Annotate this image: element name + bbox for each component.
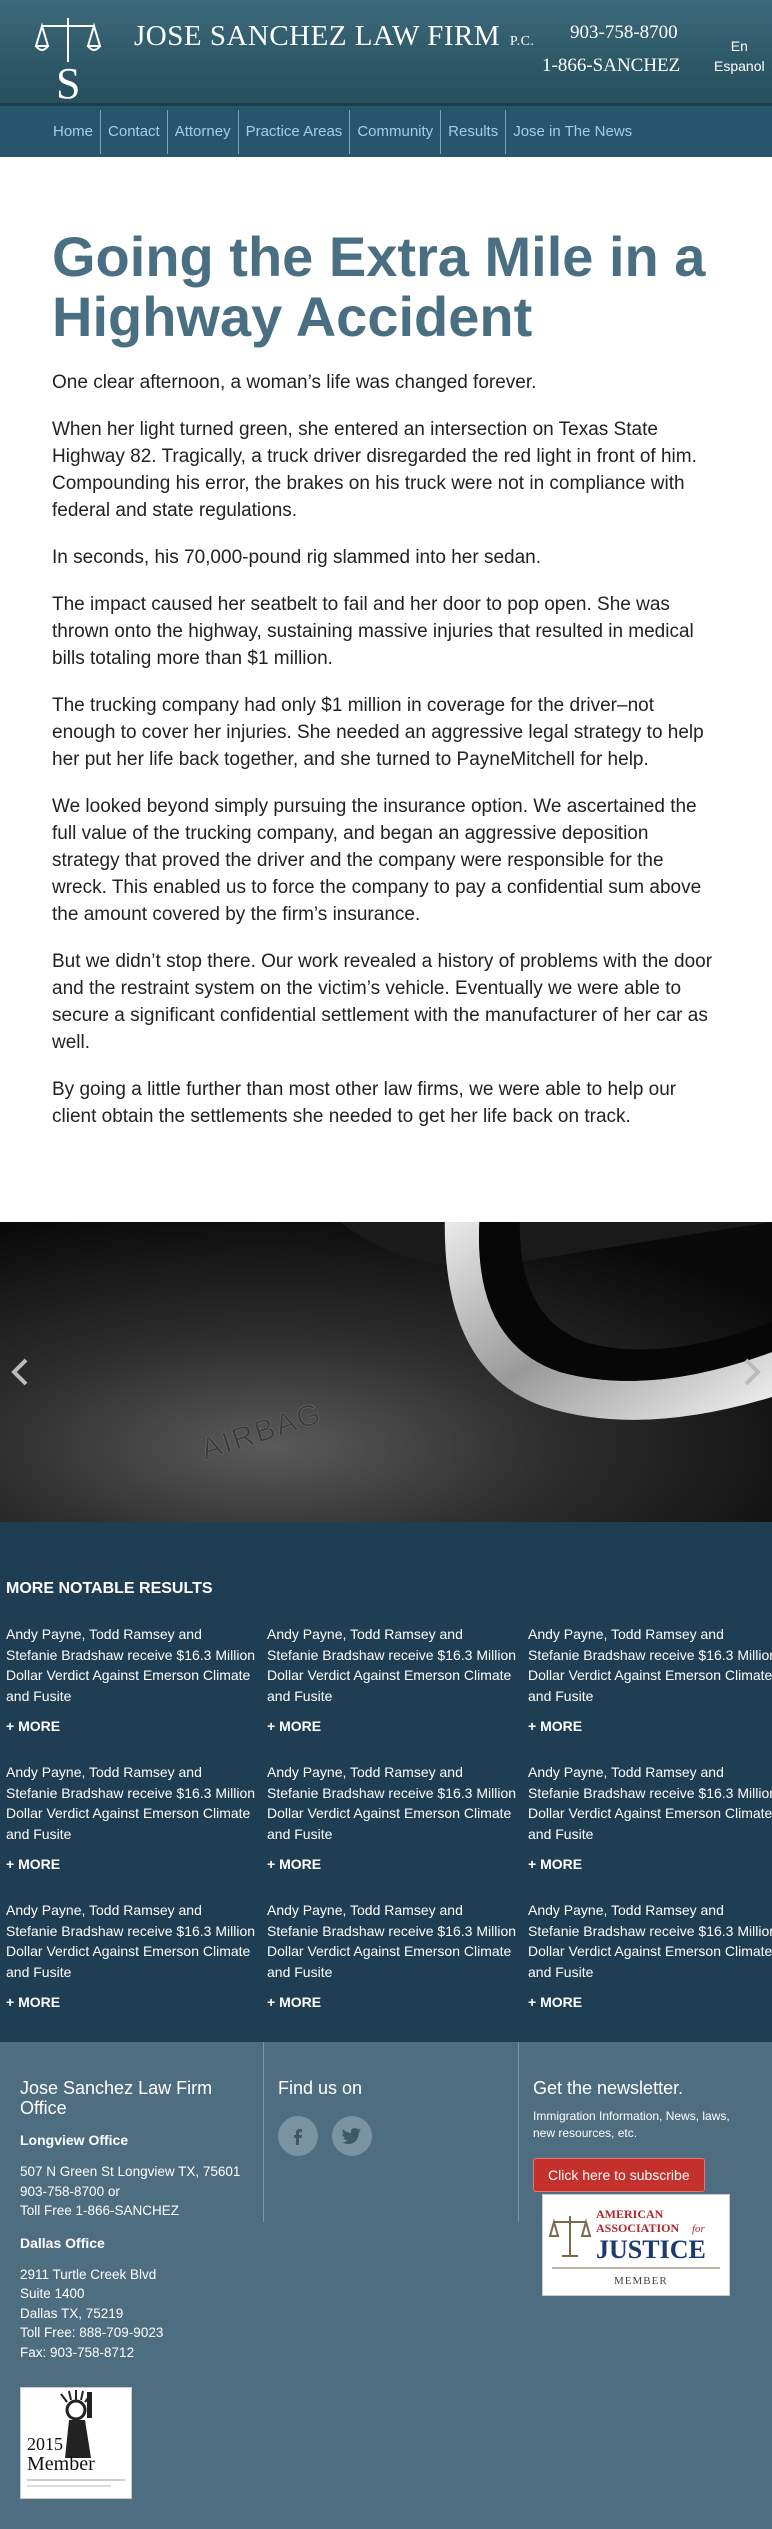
article: Going the Extra Mile in a Highway Accide…: [0, 157, 772, 1130]
nav-results[interactable]: Results: [441, 109, 507, 154]
result-more-link[interactable]: + MORE: [528, 1718, 768, 1734]
article-paragraph: We looked beyond simply pursuing the ins…: [52, 796, 702, 925]
aaj-line3: for: [692, 2223, 706, 2235]
member-label: Member: [27, 2453, 95, 2475]
nav-attorney[interactable]: Attorney: [168, 109, 239, 154]
phone-primary[interactable]: 903-758-8700: [570, 22, 678, 44]
page-title: Going the Extra Mile in a Highway Accide…: [52, 225, 706, 348]
dallas-tollfree[interactable]: Toll Free: 888-709-9023: [20, 2323, 250, 2343]
result-item: Andy Payne, Todd Ramsey and Stefanie Bra…: [267, 1762, 528, 1872]
slider-prev-arrow-icon[interactable]: [6, 1352, 36, 1392]
newsletter-title: Get the newsletter.: [533, 2078, 684, 2098]
lang-spanish-link[interactable]: Espanol: [714, 56, 765, 76]
result-text: Andy Payne, Todd Ramsey and Stefanie Bra…: [6, 1902, 256, 1980]
longview-address: 507 N Green St Longview TX, 75601: [20, 2164, 241, 2179]
result-more-link[interactable]: + MORE: [267, 1856, 528, 1872]
article-paragraph: But we didn’t stop there. Our work revea…: [52, 951, 713, 1053]
result-item: Andy Payne, Todd Ramsey and Stefanie Bra…: [267, 1900, 528, 2010]
scales-logo-icon[interactable]: S: [34, 12, 102, 102]
newsletter-description: Immigration Information, News, laws, new…: [533, 2109, 730, 2140]
dallas-address-street: 2911 Turtle Creek Blvd: [20, 2266, 157, 2282]
slider-next-arrow-icon[interactable]: [736, 1352, 766, 1392]
result-text: Andy Payne, Todd Ramsey and Stefanie Bra…: [267, 1626, 517, 1704]
twitter-icon[interactable]: [332, 2116, 372, 2156]
site-header: S JOSE SANCHEZ LAW FIRM P.C. 903-758-870…: [0, 0, 772, 103]
result-text: Andy Payne, Todd Ramsey and Stefanie Bra…: [6, 1764, 256, 1842]
results-heading: MORE NOTABLE RESULTS: [6, 1580, 213, 1597]
main-nav: Home Contact Attorney Practice Areas Com…: [0, 103, 772, 157]
office-column: Jose Sanchez Law Firm Office Longview Of…: [20, 2042, 250, 2499]
result-item: Andy Payne, Todd Ramsey and Stefanie Bra…: [6, 1900, 267, 2010]
aaj-line4: JUSTICE: [596, 2235, 706, 2264]
article-paragraph: One clear afternoon, a woman’s life was …: [52, 372, 537, 393]
social-links: [278, 2116, 372, 2156]
result-item: Andy Payne, Todd Ramsey and Stefanie Bra…: [528, 1900, 772, 2010]
firm-name-text: JOSE SANCHEZ LAW FIRM: [134, 20, 501, 52]
article-paragraph: When her light turned green, she entered…: [52, 419, 697, 521]
social-column: Find us on: [278, 2042, 372, 2156]
image-slider[interactable]: AIRBAG: [0, 1222, 772, 1522]
nav-community[interactable]: Community: [350, 109, 442, 154]
result-more-link[interactable]: + MORE: [6, 1718, 267, 1734]
subscribe-button[interactable]: Click here to subscribe: [533, 2158, 705, 2192]
member-year: 2015: [27, 2434, 63, 2454]
aaj-scales-icon: AMERICAN ASSOCIATION for JUSTICE MEMBER: [548, 2207, 720, 2287]
result-more-link[interactable]: + MORE: [528, 1856, 768, 1872]
dallas-address-city: Dallas TX, 75219: [20, 2305, 124, 2321]
firm-suffix: P.C.: [509, 34, 535, 49]
footer-divider: [518, 2042, 519, 2222]
dallas-office-label: Dallas Office: [20, 2234, 105, 2251]
nav-jose-in-the-news[interactable]: Jose in The News: [506, 110, 639, 154]
result-more-link[interactable]: + MORE: [6, 1994, 267, 2010]
longview-office-label: Longview Office: [20, 2132, 129, 2148]
find-us-title: Find us on: [278, 2078, 363, 2098]
nav-home[interactable]: Home: [46, 109, 102, 154]
result-more-link[interactable]: + MORE: [528, 1994, 768, 2010]
member-2015-badge: 2015 Member: [20, 2387, 132, 2499]
aaj-line1: AMERICAN: [596, 2207, 664, 2221]
lang-english-link[interactable]: En: [714, 36, 765, 56]
result-text: Andy Payne, Todd Ramsey and Stefanie Bra…: [267, 1902, 517, 1980]
nav-practice-areas[interactable]: Practice Areas: [239, 109, 351, 154]
article-paragraph: The trucking company had only $1 million…: [52, 695, 704, 770]
newsletter-column: Get the newsletter. Immigration Informat…: [533, 2042, 733, 2296]
svg-text:S: S: [56, 59, 80, 102]
office-title: Jose Sanchez Law Firm Office: [20, 2078, 213, 2118]
result-text: Andy Payne, Todd Ramsey and Stefanie Bra…: [6, 1626, 256, 1704]
result-item: Andy Payne, Todd Ramsey and Stefanie Bra…: [6, 1624, 267, 1734]
result-item: Andy Payne, Todd Ramsey and Stefanie Bra…: [528, 1624, 772, 1734]
result-item: Andy Payne, Todd Ramsey and Stefanie Bra…: [267, 1624, 528, 1734]
footer-divider: [263, 2042, 264, 2222]
longview-phone[interactable]: 903-758-8700 or: [20, 2182, 250, 2202]
aaj-member-badge[interactable]: AMERICAN ASSOCIATION for JUSTICE MEMBER: [542, 2194, 730, 2296]
results-grid: Andy Payne, Todd Ramsey and Stefanie Bra…: [6, 1624, 772, 2010]
article-paragraph: The impact caused her seatbelt to fail a…: [52, 594, 694, 669]
nav-contact[interactable]: Contact: [101, 109, 168, 154]
dallas-fax: Fax: 903-758-8712: [20, 2344, 135, 2360]
notable-results: MORE NOTABLE RESULTS Andy Payne, Todd Ra…: [0, 1522, 772, 2042]
article-paragraph: By going a little further than most othe…: [52, 1079, 677, 1127]
result-more-link[interactable]: + MORE: [267, 1718, 528, 1734]
phone-secondary[interactable]: 1-866-SANCHEZ: [542, 55, 680, 77]
aaj-line2: ASSOCIATION: [596, 2221, 679, 2235]
facebook-icon[interactable]: [278, 2116, 318, 2156]
firm-name[interactable]: JOSE SANCHEZ LAW FIRM P.C.: [134, 20, 534, 53]
result-item: Andy Payne, Todd Ramsey and Stefanie Bra…: [6, 1762, 267, 1872]
airbag-photo: AIRBAG: [0, 1222, 772, 1522]
language-switcher: En Espanol: [714, 36, 765, 76]
result-text: Andy Payne, Todd Ramsey and Stefanie Bra…: [528, 1902, 772, 1980]
dallas-address-suite: Suite 1400: [20, 2286, 85, 2301]
result-item: Andy Payne, Todd Ramsey and Stefanie Bra…: [528, 1762, 772, 1872]
result-more-link[interactable]: + MORE: [267, 1994, 528, 2010]
result-text: Andy Payne, Todd Ramsey and Stefanie Bra…: [528, 1626, 772, 1704]
longview-tollfree[interactable]: Toll Free 1-866-SANCHEZ: [20, 2201, 250, 2221]
result-text: Andy Payne, Todd Ramsey and Stefanie Bra…: [267, 1764, 517, 1842]
site-footer: Jose Sanchez Law Firm Office Longview Of…: [0, 2042, 772, 2529]
liberty-badge-icon: 2015 Member: [27, 2390, 125, 2487]
result-more-link[interactable]: + MORE: [6, 1856, 267, 1872]
result-text: Andy Payne, Todd Ramsey and Stefanie Bra…: [528, 1764, 772, 1842]
article-paragraph: In seconds, his 70,000-pound rig slammed…: [52, 547, 542, 568]
aaj-line5: MEMBER: [614, 2275, 668, 2287]
